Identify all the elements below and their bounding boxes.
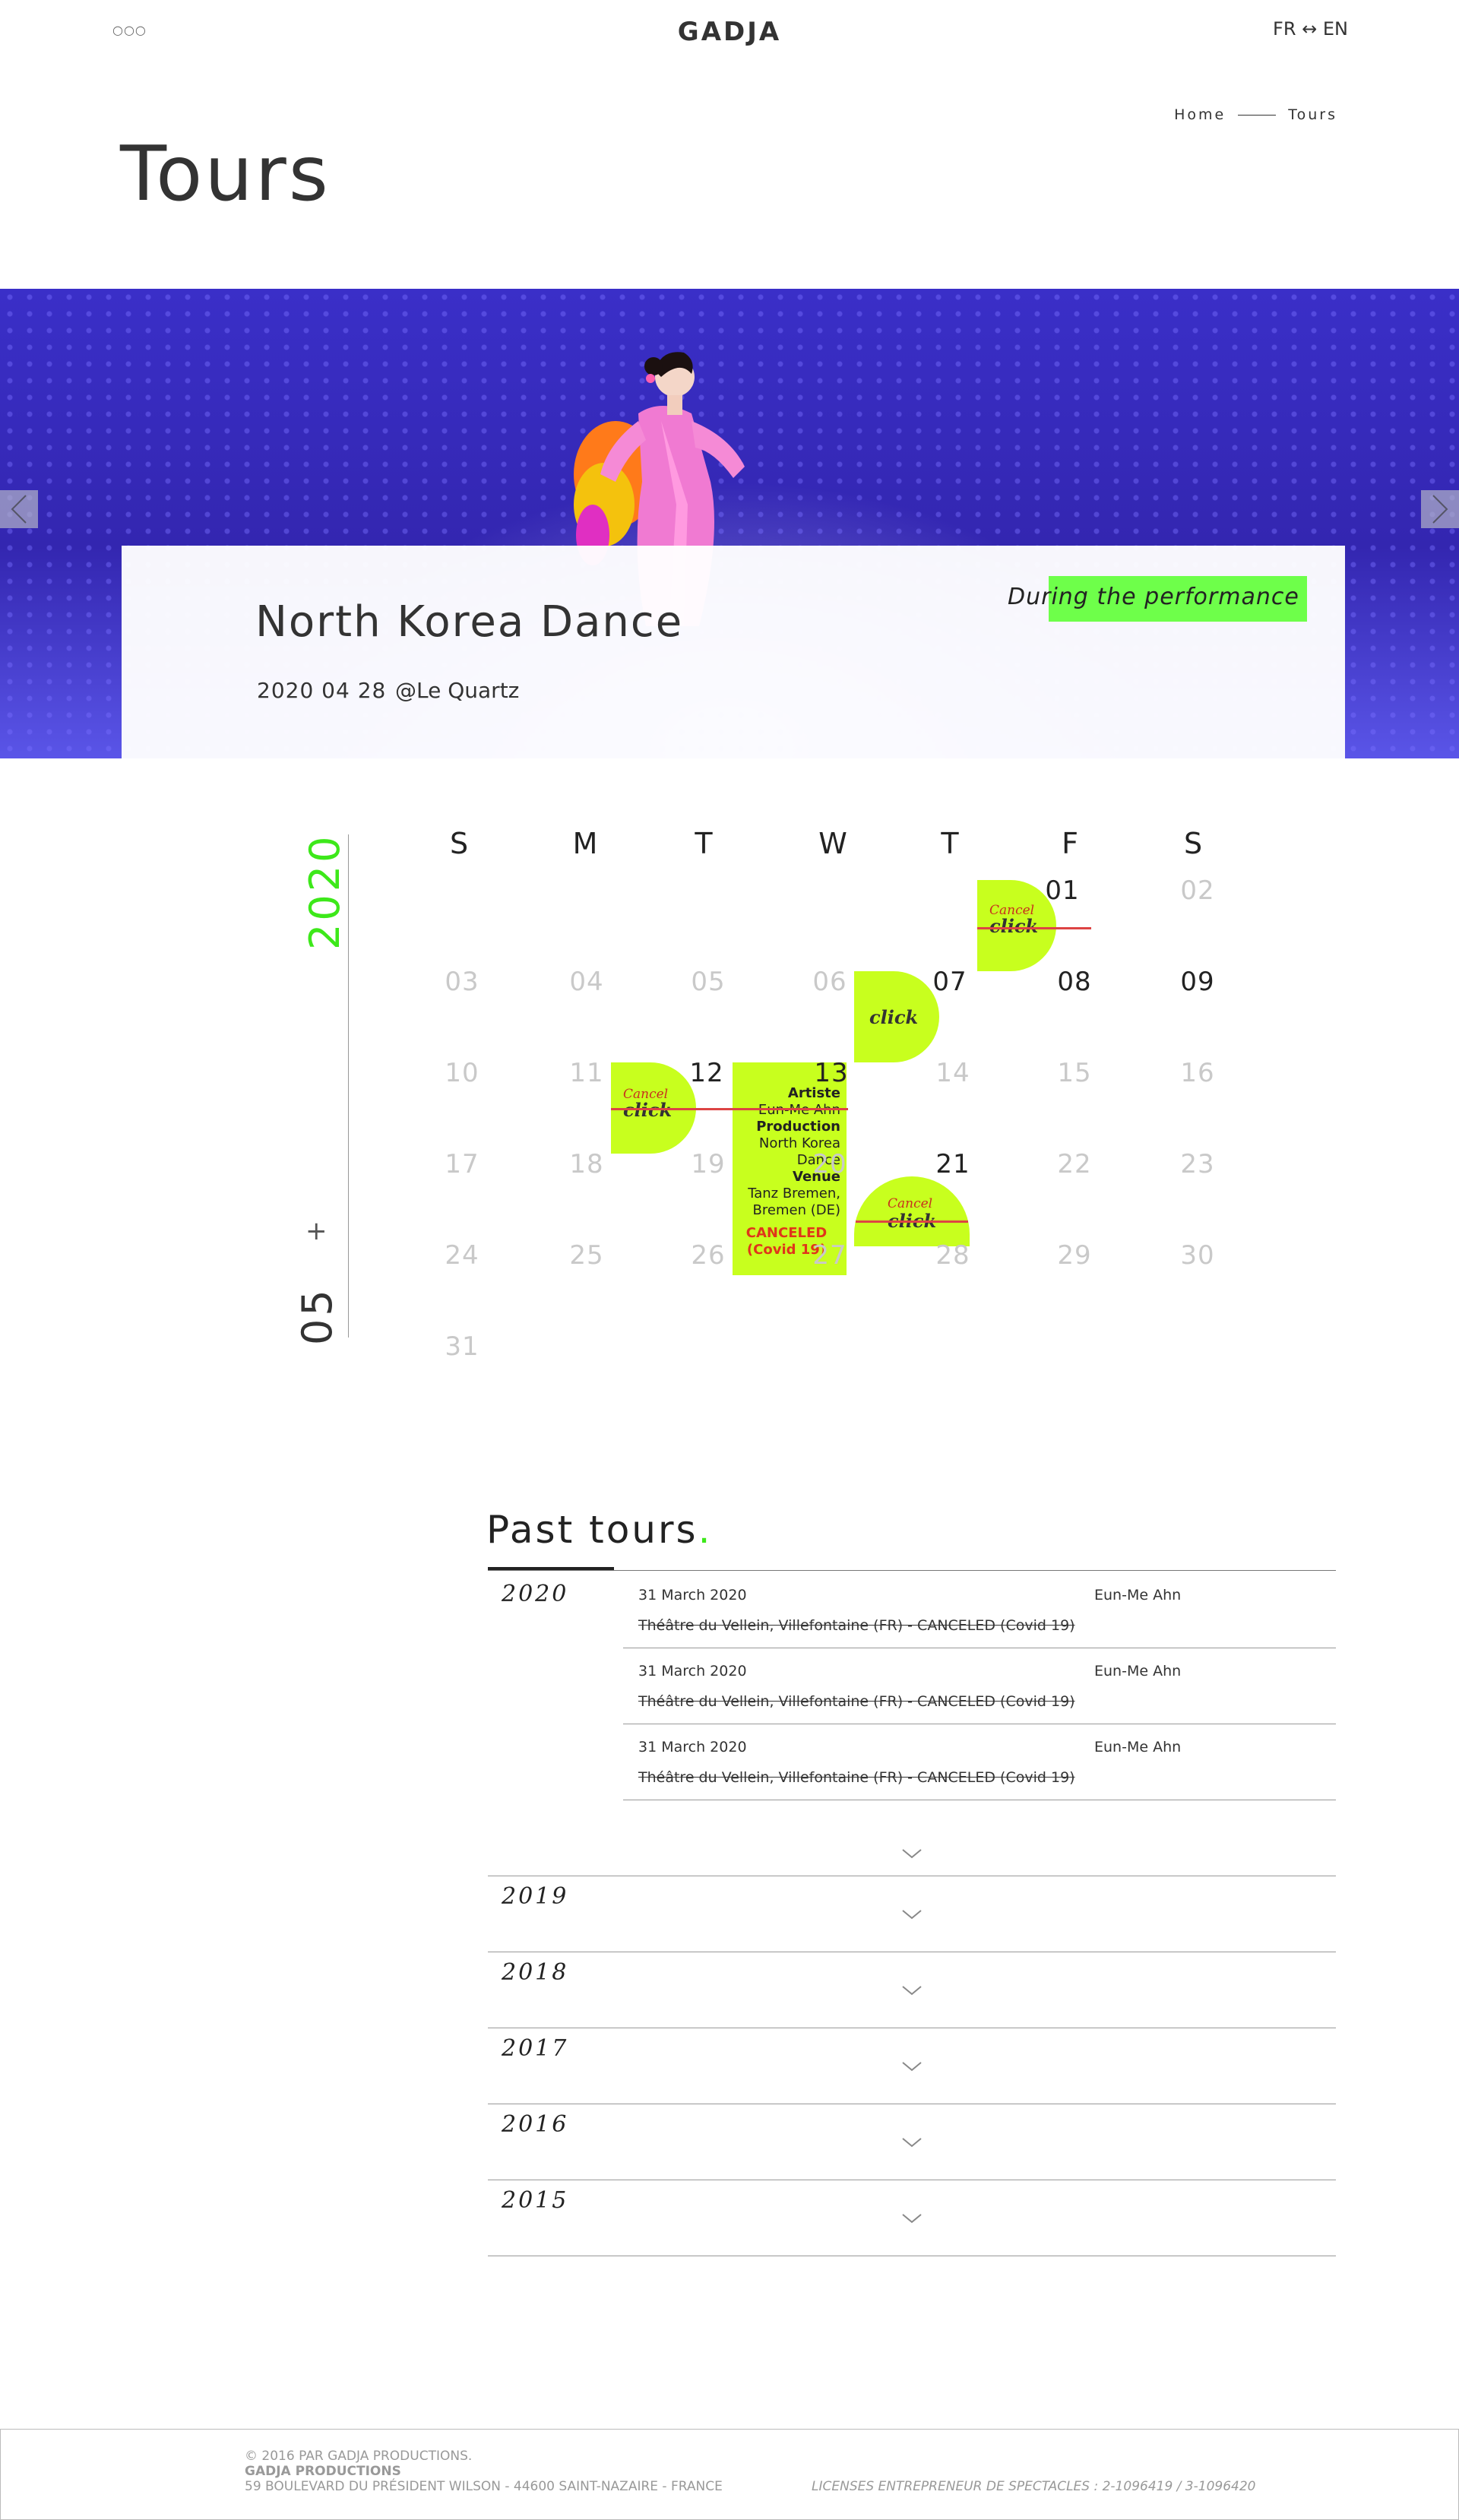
past-tours-title: Past tours. (486, 1508, 713, 1552)
calendar-day-21[interactable]: 21 (923, 1149, 983, 1179)
calendar-year: 2020 (293, 828, 349, 958)
weekday-mon: M (572, 827, 598, 860)
footer-address: 59 BOULEVARD DU PRÉSIDENT WILSON - 44600… (245, 2479, 723, 2494)
breadcrumb-current: Tours (1288, 106, 1337, 123)
year-toggle-2016[interactable]: 2016 (502, 2111, 568, 2138)
weekday-thu: T (941, 827, 959, 860)
footer (0, 2429, 1459, 2520)
footer-licenses: LICENSES ENTREPRENEUR DE SPECTACLES : 2-… (812, 2479, 1256, 2494)
calendar-divider (348, 834, 349, 1338)
tour-venue: Théâtre du Vellein, Villefontaine (FR) -… (638, 1617, 1075, 1634)
tour-artist: Eun-Me Ahn (1094, 1587, 1182, 1603)
calendar-month-label: 05 (293, 1287, 341, 1345)
past-tours-title-text: Past tours (486, 1508, 698, 1552)
calendar-day-20: 20 (812, 1149, 847, 1179)
cancel-label: Cancel (888, 1196, 933, 1211)
language-switch[interactable]: FR ↔ EN (1273, 18, 1348, 40)
calendar-day-09[interactable]: 09 (1167, 967, 1228, 997)
weekday-sat: S (1183, 827, 1203, 860)
next-month-button[interactable]: + (305, 1216, 328, 1246)
footer-company: GADJA PRODUCTIONS (245, 2464, 401, 2479)
click-label[interactable]: click (869, 1006, 918, 1028)
chevron-down-icon[interactable] (897, 2134, 927, 2152)
year-toggle-2017[interactable]: 2017 (502, 2035, 568, 2062)
during-performance-link[interactable]: During the performance (1008, 584, 1299, 610)
calendar-day-22: 22 (1057, 1149, 1092, 1179)
calendar-day-15: 15 (1057, 1058, 1092, 1088)
calendar-day-14: 14 (935, 1058, 970, 1088)
chevron-down-icon[interactable] (897, 2210, 927, 2228)
slider-prev-button[interactable] (0, 490, 38, 528)
calendar-day-03: 03 (445, 967, 479, 997)
canceled-strike (611, 1108, 848, 1110)
past-tours-divider (488, 1570, 1336, 1571)
tour-venue: Théâtre du Vellein, Villefontaine (FR) -… (638, 1769, 1075, 1786)
canceled-strike (977, 927, 1091, 929)
calendar-day-05: 05 (691, 967, 726, 997)
calendar-day-25: 25 (569, 1240, 604, 1271)
tour-date: 31 March 2020 (638, 1739, 747, 1755)
chevron-down-icon[interactable] (897, 2058, 927, 2076)
calendar-day-04: 04 (569, 967, 604, 997)
calendar-day-17: 17 (445, 1149, 479, 1179)
calendar-day-11: 11 (569, 1058, 604, 1088)
calendar-day-31: 31 (445, 1331, 479, 1362)
chevron-right-icon (1432, 495, 1448, 524)
chevron-down-icon[interactable] (897, 1845, 927, 1863)
site-logo[interactable]: GADJA (0, 17, 1459, 47)
calendar-day-13[interactable]: 13 (801, 1058, 862, 1088)
weekday-fri: F (1062, 827, 1078, 860)
slider-next-button[interactable] (1421, 490, 1459, 528)
year-toggle-2018[interactable]: 2018 (502, 1959, 568, 1986)
year-toggle-2015[interactable]: 2015 (502, 2187, 568, 2214)
event-venue: @Le Quartz (395, 678, 520, 703)
tour-artist: Eun-Me Ahn (1094, 1663, 1182, 1679)
calendar-day-07[interactable]: 07 (919, 967, 980, 997)
canceled-strike (856, 1220, 968, 1223)
calendar-day-29: 29 (1057, 1240, 1092, 1271)
breadcrumb-separator (1238, 114, 1277, 116)
calendar-day-12[interactable]: 12 (676, 1058, 737, 1088)
chevron-down-icon[interactable] (897, 1982, 927, 2000)
calendar-day-30: 30 (1180, 1240, 1215, 1271)
calendar-year-label: 2020 (301, 833, 349, 950)
calendar-day-08[interactable]: 08 (1044, 967, 1105, 997)
calendar-day-27: 27 (812, 1240, 847, 1271)
tour-venue: Théâtre du Vellein, Villefontaine (FR) -… (638, 1693, 1075, 1710)
event-date: 2020 04 28 (257, 678, 387, 703)
calendar-day-16: 16 (1180, 1058, 1215, 1088)
year-toggle-2020[interactable]: 2020 (502, 1581, 568, 1607)
calendar-day-01[interactable]: 01 (1032, 875, 1093, 906)
breadcrumb-home[interactable]: Home (1174, 106, 1226, 123)
weekday-sun: S (449, 827, 469, 860)
production-label: Production (756, 1119, 840, 1135)
calendar-day-10: 10 (445, 1058, 479, 1088)
click-label[interactable]: click (989, 915, 1038, 937)
chevron-left-icon (11, 495, 27, 524)
breadcrumb: Home Tours (1174, 106, 1337, 123)
calendar-day-28: 28 (935, 1240, 970, 1271)
weekday-tue: T (695, 827, 713, 860)
tour-artist: Eun-Me Ahn (1094, 1739, 1182, 1755)
artiste-value: Eun-Me Ahn (733, 1102, 840, 1119)
venue-value: Tanz Bremen, Bremen (DE) (748, 1186, 840, 1218)
event-title: North Korea Dance (255, 597, 684, 647)
calendar-day-24: 24 (445, 1240, 479, 1271)
footer-copyright: © 2016 PAR GADJA PRODUCTIONS. (245, 2449, 473, 2464)
title-dot: . (698, 1508, 713, 1552)
calendar-day-19: 19 (691, 1149, 726, 1179)
tour-date: 31 March 2020 (638, 1663, 747, 1679)
calendar-day-06: 06 (812, 967, 847, 997)
year-toggle-2019[interactable]: 2019 (502, 1883, 568, 1910)
calendar-day-23: 23 (1180, 1149, 1215, 1179)
weekday-wed: W (818, 827, 847, 860)
calendar-day-26: 26 (691, 1240, 726, 1271)
calendar-day-18: 18 (569, 1149, 604, 1179)
calendar-day-02: 02 (1180, 875, 1215, 906)
page-title: Tours (120, 129, 331, 218)
chevron-down-icon[interactable] (897, 1906, 927, 1924)
tour-date: 31 March 2020 (638, 1587, 747, 1603)
